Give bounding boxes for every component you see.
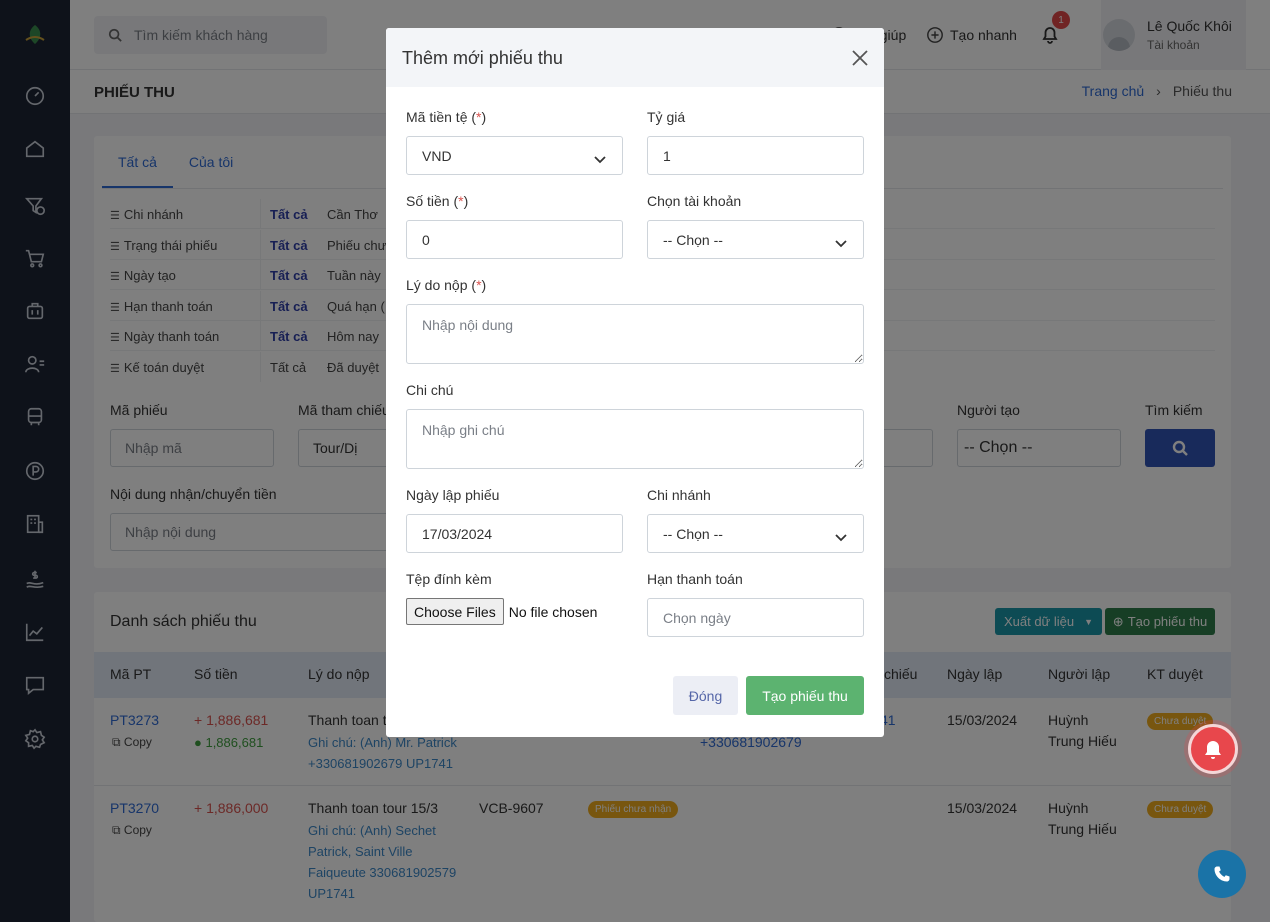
- reason-textarea[interactable]: [406, 304, 864, 364]
- branch-select[interactable]: -- Chọn --: [647, 514, 864, 553]
- date-input[interactable]: [406, 514, 623, 553]
- file-status: No file chosen: [508, 603, 598, 620]
- currency-value: VND: [422, 147, 452, 164]
- note-label: Chi chú: [406, 382, 454, 398]
- rate-input[interactable]: [647, 136, 864, 175]
- choose-files-button[interactable]: Choose Files: [406, 598, 504, 625]
- file-label: Tệp đính kèm: [406, 571, 492, 587]
- chevron-down-icon: [835, 529, 847, 542]
- currency-label: Mã tiền tệ (*): [406, 109, 487, 125]
- branch-value: -- Chọn --: [663, 525, 723, 542]
- reason-label: Lý do nộp (*): [406, 277, 487, 293]
- note-textarea[interactable]: [406, 409, 864, 469]
- notification-float-button[interactable]: [1188, 724, 1238, 774]
- account-label: Chọn tài khoản: [647, 193, 742, 209]
- file-input[interactable]: Choose Files No file chosen: [406, 598, 597, 625]
- close-button[interactable]: Đóng: [673, 676, 738, 715]
- date-label: Ngày lập phiếu: [406, 487, 500, 503]
- branch-label: Chi nhánh: [647, 487, 711, 503]
- create-receipt-modal: Thêm mới phiếu thu Mã tiền tệ (*) VND Tỷ…: [386, 28, 884, 737]
- amount-label: Số tiền (*): [406, 193, 469, 209]
- rate-label: Tỷ giá: [647, 109, 686, 125]
- modal-title: Thêm mới phiếu thu: [402, 48, 563, 68]
- chevron-down-icon: [594, 151, 606, 164]
- bell-icon: [1205, 741, 1221, 759]
- account-select[interactable]: -- Chọn --: [647, 220, 864, 259]
- phone-icon: [1214, 866, 1230, 882]
- currency-select[interactable]: VND: [406, 136, 623, 175]
- call-float-button[interactable]: [1198, 850, 1246, 898]
- close-icon[interactable]: [851, 49, 869, 67]
- due-date-input[interactable]: [647, 598, 864, 637]
- modal-header: Thêm mới phiếu thu: [386, 28, 884, 87]
- account-value: -- Chọn --: [663, 231, 723, 248]
- amount-input[interactable]: [406, 220, 623, 259]
- due-label: Hạn thanh toán: [647, 571, 743, 587]
- submit-button[interactable]: Tạo phiếu thu: [746, 676, 864, 715]
- chevron-down-icon: [835, 235, 847, 248]
